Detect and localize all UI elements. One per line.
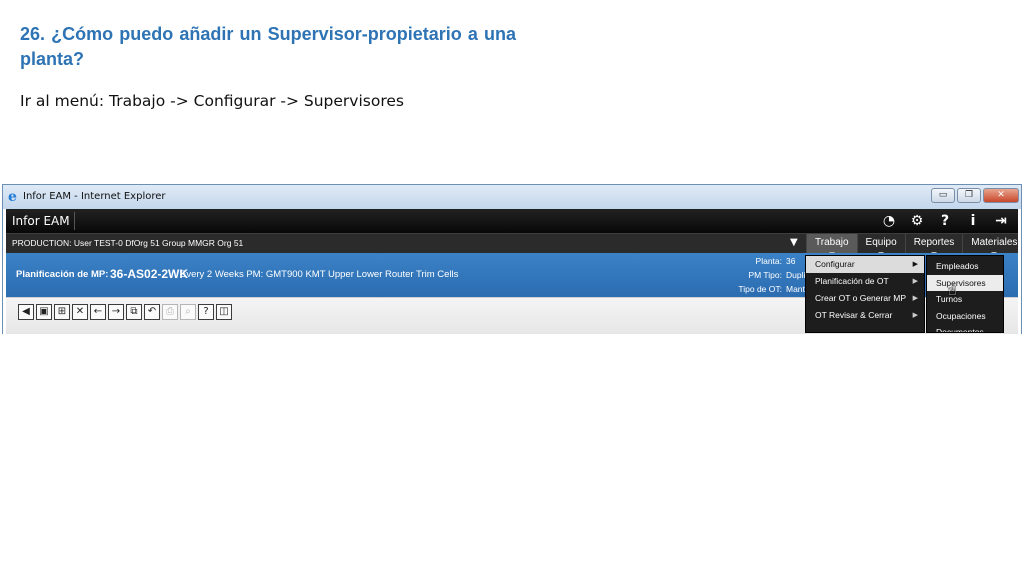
menu-materiales[interactable]: Materiales [962,234,1021,255]
menu-label: Trabajo [815,237,849,248]
undo-icon[interactable]: ↶ [144,304,160,320]
preview-icon: ⌕ [180,304,196,320]
app-header-bar: Infor EAM ◔ ⚙? i ⇥ [6,209,1018,233]
internet-explorer-icon: e [8,189,17,205]
copy-icon[interactable]: ⧉ [126,304,142,320]
menu-label: Equipo [865,237,897,248]
window-controls: ▭ ❐ ✕ [931,188,1019,203]
new-record-icon[interactable]: ⊞ [54,304,70,320]
book-icon[interactable]: ◫ [216,304,232,320]
record-code: 36-AS02-2WK [110,267,189,281]
toolbar-buttons: ◀ ▣ ⊞ ✕ ← → ⧉ ↶ ⎙ ⌕? ◫ [18,304,232,320]
submenu-item-documentos[interactable]: Documentos [927,324,1003,332]
record-type-label: Planificación de MP: [16,269,109,280]
dropdown-item-label: OT Revisar & Cerrar [815,310,893,320]
configurar-submenu: Empleados Supervisores Turnos Ocupaciones Do… [926,255,1004,333]
submenu-arrow-icon: ▶ [912,311,918,319]
app-toolbar-icons: ◔ ⚙? i ⇥ [880,212,1010,230]
session-info: PRODUCTION: User TEST-0 DfOrg 51 Group M… [12,238,244,248]
dashboard-gauge-icon[interactable]: ◔ [880,212,898,230]
menu-label: Materiales [971,237,1018,248]
help-icon[interactable]: ? [936,212,954,230]
window-titlebar[interactable]: e Infor EAM - Internet Explorer ▭ ❐ ✕ [3,185,1021,209]
close-button[interactable]: ✕ [983,188,1019,203]
submenu-arrow-icon: ▶ [912,277,918,285]
slide-instruction: Ir al menú: Trabajo -> Configurar -> Sup… [20,92,404,110]
menu-caret-icon[interactable]: ▼ [790,237,798,248]
minimize-button[interactable]: ▭ [931,188,955,203]
wo-type-label: Tipo de OT: [738,284,782,294]
app-logo: Infor EAM [12,214,70,228]
dropdown-item-label: Configurar [815,259,855,269]
dropdown-item-label: Crear OT o Generar MP [815,293,907,303]
next-arrow-icon[interactable]: → [108,304,124,320]
print-icon: ⎙ [162,304,178,320]
restore-button[interactable]: ❐ [957,188,981,203]
menu-reportes[interactable]: Reportes [904,234,963,255]
delete-icon[interactable]: ✕ [72,304,88,320]
submenu-arrow-icon: ▶ [912,260,918,268]
previous-arrow-icon[interactable]: ← [90,304,106,320]
record-description: Every 2 Weeks PM: GMT900 KMT Upper Lower… [180,269,459,280]
submenu-item-empleados[interactable]: Empleados [927,258,1003,275]
slide-title: 26. ¿Cómo puedo añadir un Supervisor-pro… [20,24,516,69]
submenu-item-supervisores[interactable]: Supervisores [927,274,1003,291]
submenu-arrow-icon: ▶ [912,294,918,302]
plant-label: Planta: [755,256,782,266]
submenu-item-turnos[interactable]: Turnos [927,291,1003,308]
plant-value: 36 [786,256,796,266]
app-logo-divider [74,212,75,230]
menu-trabajo[interactable]: Trabajo [806,234,857,255]
first-record-icon[interactable]: ◀ [18,304,34,320]
hand-cursor-icon: ☝ [948,283,957,299]
pm-type-label: PM Tipo: [748,270,782,280]
save-icon[interactable]: ▣ [36,304,52,320]
dropdown-item[interactable]: OT Revisar & Cerrar ▶ [806,307,924,324]
dropdown-item[interactable]: Planificación de OT ▶ [806,273,924,290]
dropdown-item[interactable]: Crear OT o Generar MP ▶ [806,290,924,307]
window-title: Infor EAM - Internet Explorer [23,191,166,202]
gear-icon[interactable]: ⚙ [908,212,926,230]
logout-icon[interactable]: ⇥ [992,212,1010,230]
submenu-item-ocupaciones[interactable]: Ocupaciones [927,308,1003,325]
trabajo-dropdown-menu: Configurar ▶ Planificación de OT ▶ Crear OT … [805,255,925,333]
menu-equipo[interactable]: Equipo [856,234,905,255]
session-bar: PRODUCTION: User TEST-0 DfOrg 51 Group M… [6,233,1018,255]
dropdown-item-label: Planificación de OT [815,276,889,286]
main-menu: Trabajo Equipo Reportes Materiales [806,234,1021,255]
dropdown-item[interactable]: Configurar ▶ [806,256,924,273]
help-icon[interactable]: ? [198,304,214,320]
info-icon[interactable]: i [964,212,982,230]
menu-label: Reportes [913,237,955,248]
